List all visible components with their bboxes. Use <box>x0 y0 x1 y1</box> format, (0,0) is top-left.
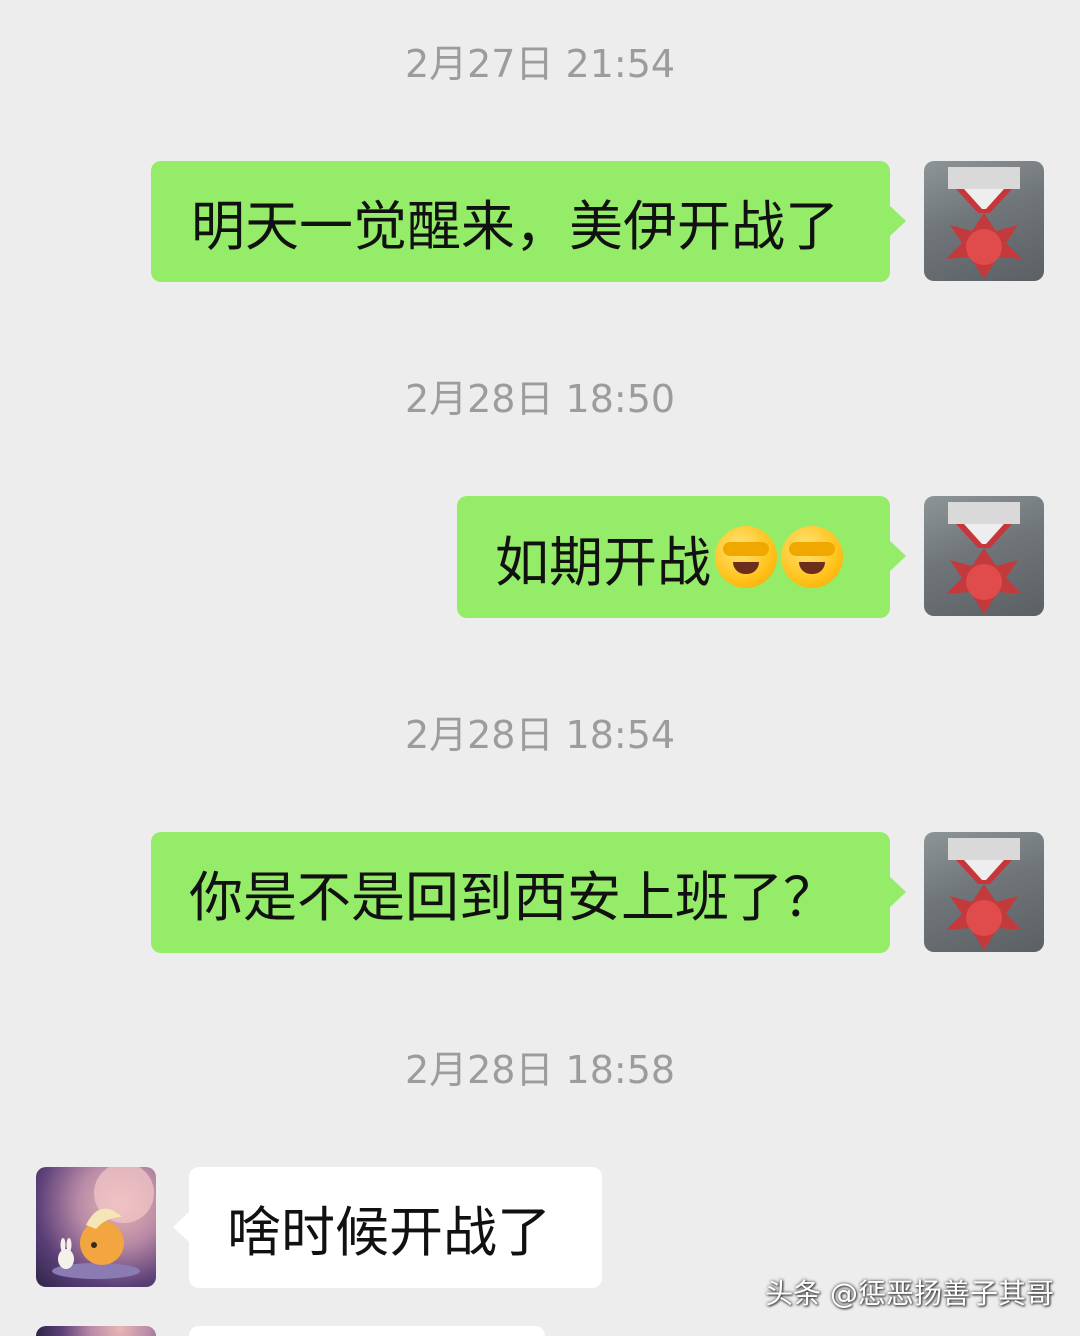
message-timestamp: 2月28日 18:50 <box>404 377 676 421</box>
face-palm-crying-emoji <box>781 526 843 588</box>
medal-icon <box>946 838 1022 950</box>
incoming-message-bubble[interactable]: 啥时候开战了 <box>173 1167 602 1288</box>
message-timestamp: 2月28日 18:58 <box>404 1048 676 1092</box>
message-text: 明天一觉醒来，美伊开战了 <box>191 195 839 258</box>
message-text: 啥时候开战了 <box>227 1201 551 1264</box>
outgoing-message-bubble[interactable]: 你是不是回到西安上班了？ <box>151 832 906 953</box>
contact-avatar[interactable] <box>36 1167 156 1287</box>
my-avatar[interactable] <box>924 161 1044 281</box>
message-text: 如期开战 <box>495 530 711 594</box>
incoming-message-bubble[interactable] <box>189 1326 545 1336</box>
contact-avatar[interactable] <box>36 1326 156 1336</box>
my-avatar[interactable] <box>924 496 1044 616</box>
message-timestamp: 2月28日 18:54 <box>404 713 676 757</box>
cartoon-chick-icon <box>52 1167 154 1279</box>
medal-icon <box>946 502 1022 614</box>
outgoing-message-bubble[interactable]: 明天一觉醒来，美伊开战了 <box>151 161 906 282</box>
watermark: 头条 @惩恶扬善子其哥 <box>765 1277 1054 1310</box>
outgoing-message-bubble[interactable]: 如期开战 <box>457 496 906 618</box>
face-palm-crying-emoji <box>715 526 777 588</box>
medal-icon <box>946 167 1022 279</box>
message-timestamp: 2月27日 21:54 <box>404 42 676 86</box>
my-avatar[interactable] <box>924 832 1044 952</box>
message-text: 你是不是回到西安上班了？ <box>189 866 837 929</box>
